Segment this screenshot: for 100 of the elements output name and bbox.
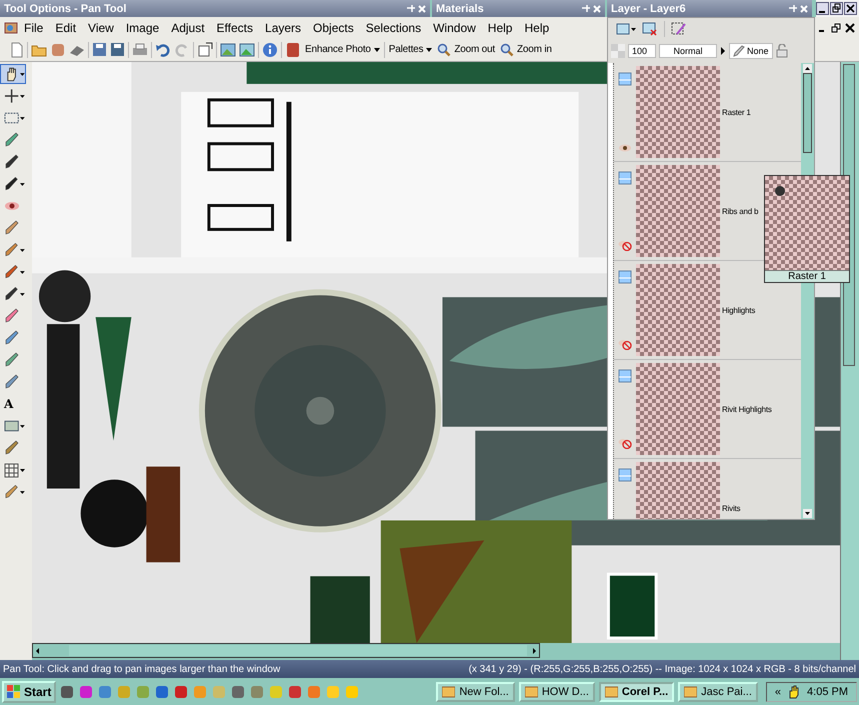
- enhance-photo-button[interactable]: Enhance Photo: [304, 44, 381, 55]
- layer-name: Rivit Highlights: [721, 404, 772, 414]
- menu-item[interactable]: Edit: [49, 20, 82, 34]
- image-info: (x 341 y 29) - (R:255,G:255,B:255,O:255) -- Image: 1024 x 1024 x RGB - 8 bits/channel: [468, 664, 856, 674]
- horizontal-scrollbar[interactable]: [32, 643, 540, 658]
- quick-launch-icon[interactable]: [231, 684, 246, 698]
- tool-icon: [4, 440, 20, 456]
- pin-icon[interactable]: [788, 4, 797, 13]
- quick-launch-icon[interactable]: [174, 684, 188, 698]
- taskbar-button[interactable]: Jasc Pai...: [678, 682, 758, 702]
- move-icon: [4, 88, 20, 104]
- quick-launch-icon[interactable]: [288, 684, 302, 698]
- taskbar-button[interactable]: New Fol...: [436, 682, 515, 702]
- padlock-icon[interactable]: [776, 44, 788, 58]
- delete-layer-icon[interactable]: [642, 22, 658, 36]
- tool-icon: [4, 286, 20, 302]
- palette-title: Materials: [436, 2, 485, 14]
- quick-launch-icon[interactable]: [60, 684, 74, 698]
- close-icon[interactable]: [845, 22, 855, 32]
- restore-icon[interactable]: [831, 22, 841, 32]
- raster-layer-icon: [618, 369, 632, 383]
- tray-expand-button[interactable]: «: [774, 686, 782, 698]
- info-icon[interactable]: [262, 42, 278, 58]
- eye-icon: [4, 201, 20, 211]
- brush-icon: [733, 45, 745, 57]
- square-panel: [606, 572, 658, 640]
- dropdown-arrow-icon[interactable]: [720, 47, 726, 55]
- tool-icon: [4, 242, 20, 258]
- tool-button[interactable]: [0, 64, 26, 84]
- layer-name: Rivits: [721, 504, 740, 512]
- save-as-icon[interactable]: [110, 42, 125, 57]
- raster-layer-icon: [618, 72, 632, 86]
- layer-name: Highlights: [721, 306, 756, 314]
- zoom-in-button[interactable]: Zoom in: [499, 42, 553, 56]
- scroll-thumb[interactable]: [803, 73, 812, 153]
- printer-icon[interactable]: [132, 42, 148, 56]
- round-part: [38, 270, 91, 322]
- tool-icon: [4, 330, 20, 346]
- mask-field[interactable]: None: [729, 43, 773, 59]
- grid-icon: [4, 462, 19, 478]
- picture-icon[interactable]: [239, 42, 255, 58]
- palette-title: Tool Options - Pan Tool: [4, 2, 128, 14]
- menu-item[interactable]: Effects: [210, 20, 260, 34]
- edit-selection-icon[interactable]: [671, 22, 687, 36]
- resize-icon[interactable]: [197, 42, 213, 58]
- transparency-icon: [611, 44, 625, 58]
- status-hint: Pan Tool: Click and drag to pan images larger than the window: [3, 664, 280, 674]
- round-part: [80, 480, 148, 548]
- tool-icon: [4, 154, 20, 170]
- palette-title: Layer - Layer6: [611, 2, 687, 14]
- scroll-thumb[interactable]: [69, 645, 527, 656]
- new-file-icon[interactable]: [10, 42, 24, 58]
- menu-item[interactable]: Help: [518, 20, 556, 34]
- app-icon[interactable]: [4, 20, 18, 34]
- menu-item[interactable]: View: [82, 20, 120, 34]
- menu-item[interactable]: Objects: [307, 20, 360, 34]
- eye-icon[interactable]: [618, 144, 632, 152]
- window-icon: [604, 686, 618, 698]
- menu-item[interactable]: Adjust: [165, 20, 211, 34]
- menu-item[interactable]: Help: [482, 20, 518, 34]
- tooltip-label: Raster 1: [765, 270, 849, 282]
- undo-icon[interactable]: [155, 42, 171, 56]
- caret-icon: [426, 48, 432, 52]
- scroll-down-icon[interactable]: [803, 509, 812, 518]
- folder-icon[interactable]: [31, 42, 47, 56]
- window-icon: [524, 686, 538, 698]
- bottom-panel: [310, 576, 370, 643]
- hidden-eye-icon[interactable]: [618, 437, 632, 449]
- start-button[interactable]: Start: [2, 680, 56, 702]
- raster-layer-icon: [618, 468, 632, 482]
- save-icon[interactable]: [92, 42, 107, 57]
- opacity-field[interactable]: 100: [628, 44, 656, 58]
- hidden-eye-icon[interactable]: [618, 239, 632, 251]
- blend-mode-dropdown[interactable]: Normal: [659, 44, 717, 58]
- menu-item[interactable]: Selections: [360, 20, 428, 34]
- scroll-up-icon[interactable]: [803, 64, 812, 73]
- menu-item[interactable]: Window: [427, 20, 482, 34]
- picture-icon[interactable]: [220, 42, 236, 58]
- new-layer-icon[interactable]: [616, 22, 636, 36]
- pin-icon[interactable]: [581, 4, 590, 13]
- taskbar-button[interactable]: Corel P...: [598, 682, 674, 702]
- zoom-out-button[interactable]: Zoom out: [436, 42, 496, 56]
- hand-icon[interactable]: [787, 684, 802, 698]
- hidden-eye-icon[interactable]: [618, 338, 632, 350]
- palettes-button[interactable]: Palettes: [388, 44, 434, 55]
- tool-icon: [4, 132, 20, 148]
- taskbar-button[interactable]: HOW D...: [518, 682, 595, 702]
- vertical-scrollbar[interactable]: [840, 62, 859, 660]
- tool-icon: [4, 264, 20, 280]
- tool-button[interactable]: A: [0, 394, 26, 414]
- quick-launch-icon[interactable]: [155, 684, 170, 698]
- restore-icon[interactable]: [830, 2, 843, 15]
- magnifier-icon: [500, 42, 514, 56]
- pin-icon[interactable]: [406, 4, 415, 13]
- minimize-icon[interactable]: [816, 2, 829, 15]
- menu-item[interactable]: Image: [120, 20, 166, 34]
- close-icon[interactable]: [844, 2, 857, 15]
- tool-icon: [4, 374, 20, 390]
- menu-item[interactable]: File: [18, 20, 50, 34]
- menu-item[interactable]: Layers: [259, 20, 308, 34]
